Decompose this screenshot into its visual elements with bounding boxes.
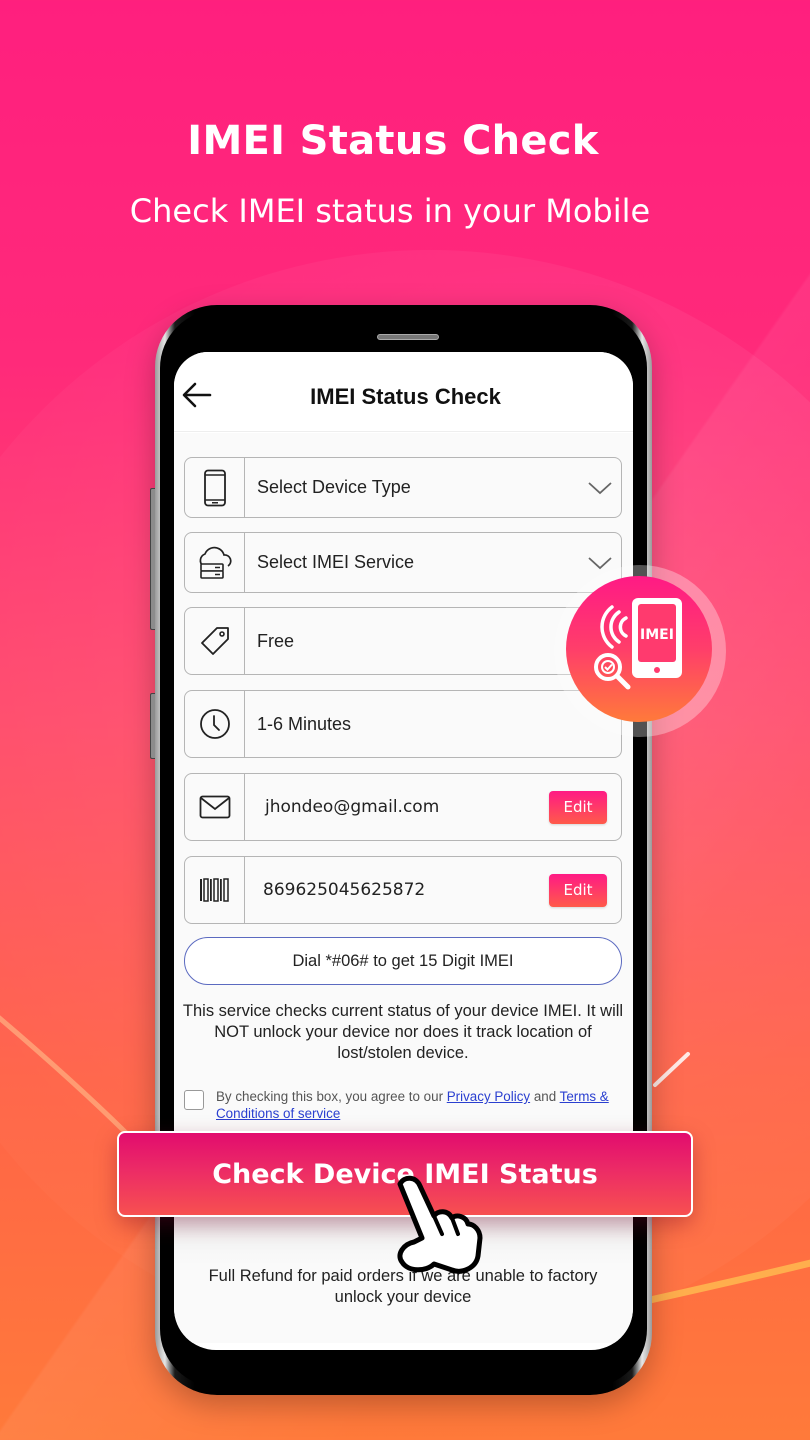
imei-value: 869625045625872: [263, 880, 426, 900]
barcode-icon: [199, 878, 229, 902]
consent-row: By checking this box, you agree to our P…: [184, 1088, 624, 1122]
device-type-label: Select Device Type: [257, 477, 411, 497]
hero-subtitle: Check IMEI status in your Mobile: [129, 192, 651, 230]
mail-icon: [199, 795, 230, 819]
consent-checkbox[interactable]: [184, 1090, 204, 1110]
consent-middle: and: [530, 1089, 560, 1104]
service-disclaimer: This service checks current status of yo…: [182, 1002, 624, 1062]
imei-field: 869625045625872 Edit: [184, 856, 622, 924]
email-field: jhondeo@gmail.com Edit: [184, 773, 622, 841]
imei-phone-search-icon: IMEI: [594, 598, 682, 690]
edit-email-button[interactable]: Edit: [549, 790, 607, 824]
duration-field: 1-6 Minutes: [184, 690, 622, 758]
app-bar-title: IMEI Status Check: [310, 384, 501, 409]
phone-side-button: [150, 693, 155, 759]
privacy-policy-link[interactable]: Privacy Policy: [447, 1089, 530, 1104]
imei-service-dropdown[interactable]: Select IMEI Service: [184, 532, 622, 593]
imei-service-label: Select IMEI Service: [257, 552, 415, 572]
duration-value: 1-6 Minutes: [257, 713, 352, 734]
smartphone-icon: [203, 469, 226, 506]
edit-imei-button[interactable]: Edit: [549, 873, 607, 907]
imei-badge: IMEI: [566, 576, 712, 722]
phone-speaker: [377, 334, 439, 340]
pointing-hand-icon: [397, 1175, 483, 1274]
chevron-down-icon: [588, 481, 612, 494]
cloud-server-icon: [199, 546, 232, 579]
dial-imei-hint-button[interactable]: Dial *#06# to get 15 Digit IMEI: [184, 937, 622, 985]
phone-side-button: [150, 488, 155, 630]
badge-label: IMEI: [640, 627, 674, 643]
app-bar: IMEI Status Check: [174, 352, 633, 432]
clock-icon: [199, 709, 230, 739]
consent-text: By checking this box, you agree to our P…: [216, 1088, 624, 1122]
device-type-dropdown[interactable]: Select Device Type: [184, 457, 622, 518]
price-tag-icon: [200, 627, 229, 655]
hero-title: IMEI Status Check: [187, 118, 599, 164]
consent-prefix: By checking this box, you agree to our: [216, 1089, 447, 1104]
email-value: jhondeo@gmail.com: [265, 797, 440, 817]
